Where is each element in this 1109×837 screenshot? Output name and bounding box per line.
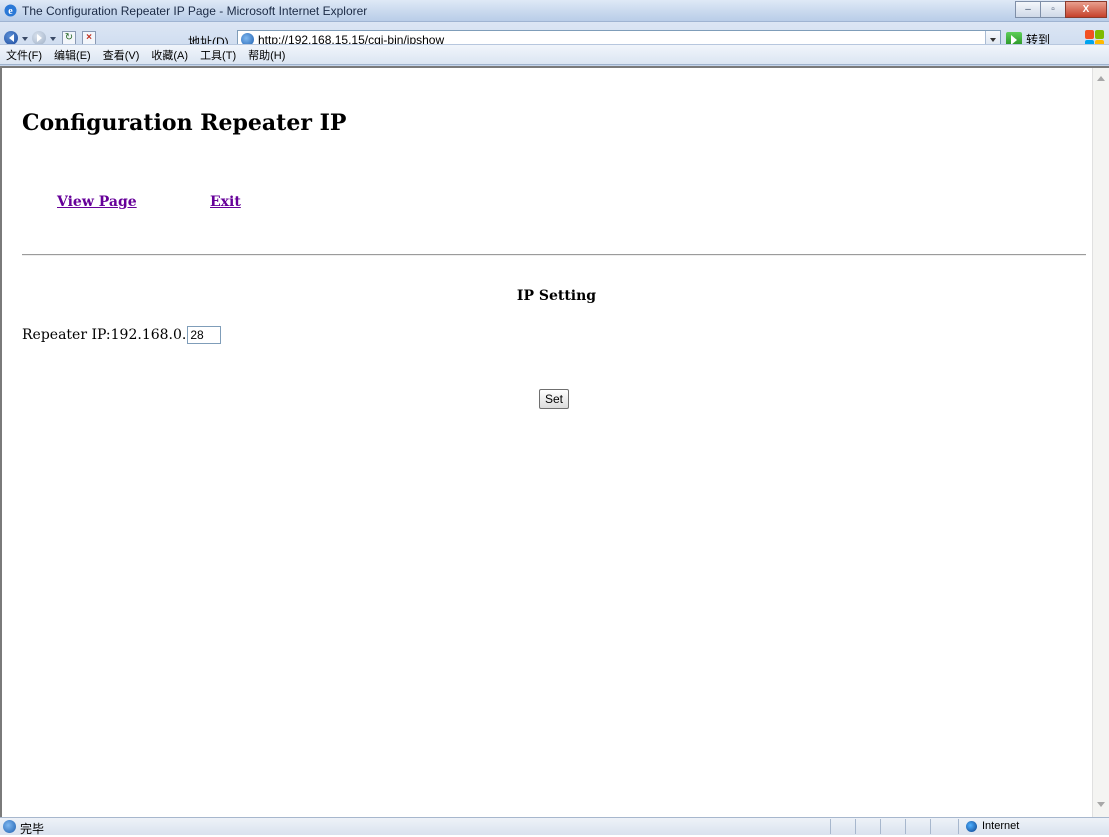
refresh-icon[interactable]: ↻ [62, 31, 76, 45]
back-arrow-icon[interactable] [4, 31, 18, 45]
svg-text:e: e [8, 6, 13, 17]
close-button[interactable]: X [1065, 1, 1107, 18]
menu-file[interactable]: 文件(F) [6, 47, 42, 63]
vertical-scrollbar[interactable] [1092, 68, 1109, 817]
menu-favorites[interactable]: 收藏(A) [151, 47, 188, 63]
status-pane-divider [830, 819, 831, 834]
stop-icon[interactable]: × [82, 31, 96, 45]
set-button[interactable]: Set [539, 389, 569, 409]
exit-link[interactable]: Exit [210, 194, 241, 210]
scroll-down-arrow-icon[interactable] [1097, 802, 1105, 811]
security-zone-label: Internet [982, 820, 1020, 832]
divider [22, 254, 1086, 256]
forward-history-dropdown[interactable] [50, 37, 56, 44]
section-heading: IP Setting [516, 288, 597, 304]
menu-view[interactable]: 查看(V) [103, 47, 140, 63]
repeater-ip-row: Repeater IP:192.168.0. [22, 326, 222, 344]
ie-page-status-icon [3, 820, 16, 833]
ip-last-octet-input[interactable] [187, 326, 222, 344]
page-content: Configuration Repeater IP View Page Exit… [2, 68, 1091, 817]
status-pane-divider [958, 819, 959, 834]
menu-tools[interactable]: 工具(T) [200, 47, 236, 63]
forward-arrow-icon[interactable] [32, 31, 46, 45]
repeater-ip-label: Repeater IP:192.168.0. [22, 327, 187, 343]
window-title: The Configuration Repeater IP Page - Mic… [22, 4, 368, 18]
ie-icon: e [3, 3, 18, 18]
menu-bar: 文件(F) 编辑(E) 查看(V) 收藏(A) 工具(T) 帮助(H) [0, 44, 1109, 65]
back-history-dropdown[interactable] [22, 37, 28, 44]
minimize-button[interactable]: – [1015, 1, 1041, 18]
status-text: 完毕 [20, 822, 45, 836]
menu-help[interactable]: 帮助(H) [248, 47, 285, 63]
window-title-bar: e The Configuration Repeater IP Page - M… [0, 0, 1109, 22]
window-controls: – ▫ X [1015, 1, 1107, 19]
page-title: Configuration Repeater IP [22, 110, 347, 136]
scroll-up-arrow-icon[interactable] [1097, 72, 1105, 81]
status-pane-divider [855, 819, 856, 834]
status-bar: 完毕 Internet [0, 817, 1109, 836]
internet-globe-icon [966, 821, 977, 832]
menu-edit[interactable]: 编辑(E) [54, 47, 91, 63]
page-viewport: Configuration Repeater IP View Page Exit… [0, 66, 1109, 817]
maximize-button[interactable]: ▫ [1040, 1, 1066, 18]
status-pane-divider [930, 819, 931, 834]
status-pane-divider [905, 819, 906, 834]
view-page-link[interactable]: View Page [57, 194, 137, 210]
status-pane-divider [880, 819, 881, 834]
